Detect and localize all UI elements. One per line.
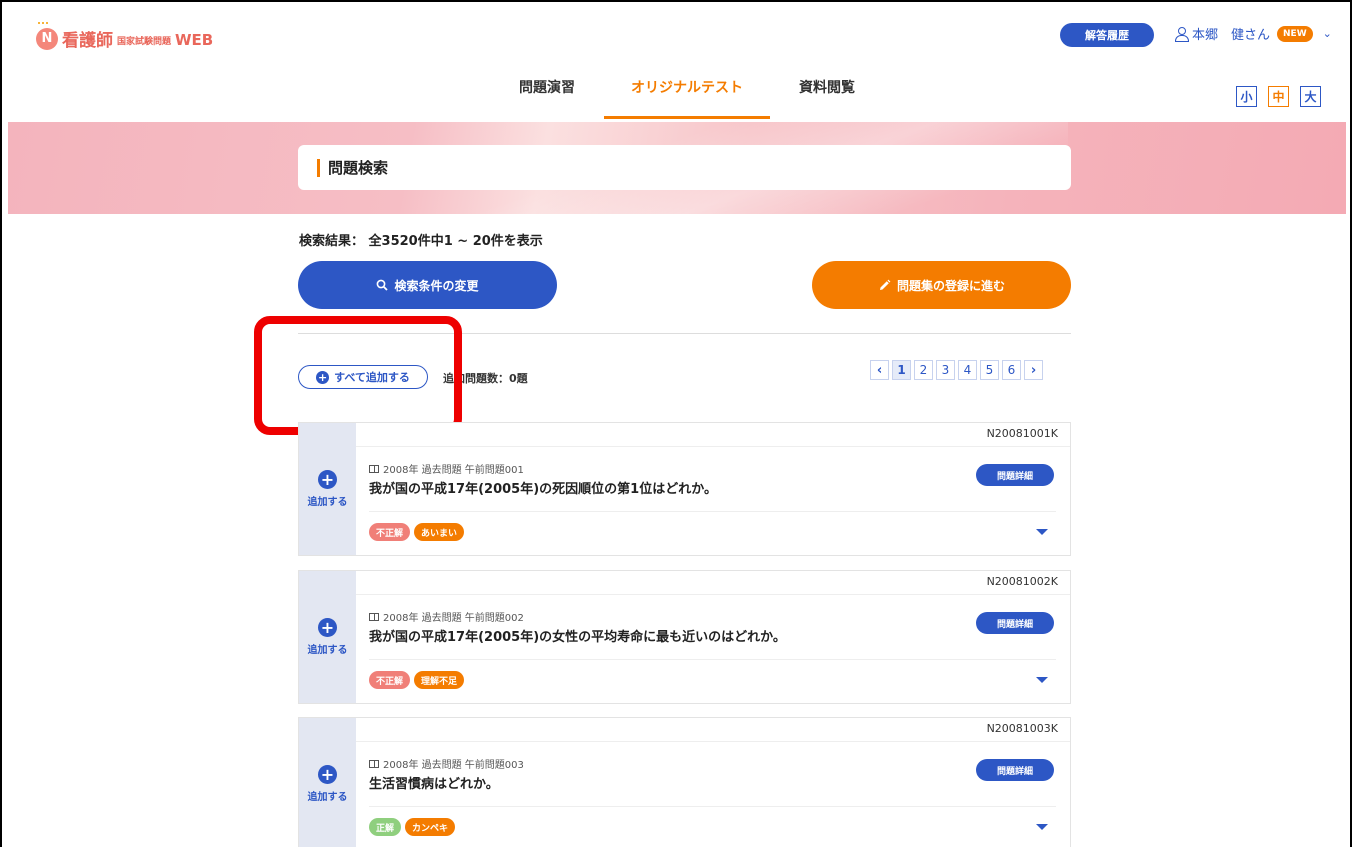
question-text: 我が国の平成17年(2005年)の死因順位の第1位はどれか。 (369, 482, 717, 497)
question-meta: 2008年 過去問題 午前問題001 (369, 461, 524, 476)
question-meta-text: 2008年 過去問題 午前問題003 (383, 760, 524, 771)
status-tag: 正解 (369, 818, 402, 836)
add-question-button[interactable]: + 追加する (299, 718, 356, 847)
book-icon (369, 464, 379, 473)
font-size-medium-button[interactable]: 中 (1268, 86, 1289, 107)
page-title: 問題検索 (298, 145, 1071, 190)
plus-circle-icon: + (318, 765, 337, 784)
expand-caret-icon[interactable] (1036, 677, 1048, 683)
card-divider (356, 741, 1070, 742)
pencil-icon (879, 279, 891, 290)
page-1-button[interactable]: 1 (892, 360, 911, 380)
plus-circle-icon: + (318, 618, 337, 637)
add-question-button[interactable]: + 追加する (299, 423, 356, 555)
status-tag: 不正解 (369, 523, 411, 541)
page-2-button[interactable]: 2 (914, 360, 933, 380)
search-result-summary: 検索結果： 全3520件中1 ~ 20件を表示 (299, 234, 543, 249)
logo-mark-icon: N (36, 21, 58, 50)
change-search-conditions-button[interactable]: 検索条件の変更 (298, 261, 557, 309)
expand-caret-icon[interactable] (1036, 824, 1048, 830)
font-size-large-button[interactable]: 大 (1300, 86, 1321, 107)
confidence-tag: 理解不足 (414, 671, 465, 689)
question-text: 生活習慣病はどれか。 (369, 777, 499, 792)
card-divider (369, 806, 1056, 807)
user-name: 本郷 健さん (1192, 28, 1271, 43)
question-id: N20081003K (986, 722, 1058, 735)
user-icon (1175, 27, 1189, 42)
card-divider (356, 446, 1070, 447)
logo-web-text: WEB (175, 30, 214, 49)
page-5-button[interactable]: 5 (980, 360, 999, 380)
logo[interactable]: N 看護師 国家試験問題 WEB (36, 21, 214, 51)
font-size-small-button[interactable]: 小 (1236, 86, 1257, 107)
status-tag: 不正解 (369, 671, 411, 689)
font-size-switcher: 小 中 大 (1236, 86, 1321, 107)
tab-original-test[interactable]: オリジナルテスト (604, 66, 770, 119)
answer-history-button[interactable]: 解答履歴 (1060, 23, 1154, 47)
add-label: 追加する (307, 497, 348, 508)
proceed-to-register-button[interactable]: 問題集の登録に進む (812, 261, 1071, 309)
header: N 看護師 国家試験問題 WEB 解答履歴 本郷 健さん NEW ⌄ 問題演習 … (0, 0, 1352, 120)
question-detail-button[interactable]: 問題詳細 (976, 464, 1054, 486)
question-meta-text: 2008年 過去問題 午前問題001 (383, 465, 524, 476)
tab-materials[interactable]: 資料閲覧 (770, 66, 884, 119)
page-4-button[interactable]: 4 (958, 360, 977, 380)
confidence-tag: あいまい (414, 523, 465, 541)
confidence-tag: カンペキ (405, 818, 456, 836)
card-divider (369, 659, 1056, 660)
question-card: + 追加する N20081002K 2008年 過去問題 午前問題002 我が国… (298, 570, 1071, 704)
change-search-label: 検索条件の変更 (394, 278, 479, 293)
question-meta: 2008年 過去問題 午前問題003 (369, 756, 524, 771)
question-text: 我が国の平成17年(2005年)の女性の平均寿命に最も近いのはどれか。 (369, 630, 786, 645)
question-meta-text: 2008年 過去問題 午前問題002 (383, 613, 524, 624)
card-divider (356, 594, 1070, 595)
expand-caret-icon[interactable] (1036, 529, 1048, 535)
add-question-button[interactable]: + 追加する (299, 571, 356, 703)
logo-main-text: 看護師 (62, 31, 113, 51)
tag-list: 正解 カンペキ (369, 818, 456, 836)
page-3-button[interactable]: 3 (936, 360, 955, 380)
search-icon (377, 279, 389, 291)
question-id: N20081002K (986, 575, 1058, 588)
question-detail-button[interactable]: 問題詳細 (976, 759, 1054, 781)
plus-circle-icon: + (318, 470, 337, 489)
question-meta: 2008年 過去問題 午前問題002 (369, 609, 524, 624)
add-label: 追加する (307, 645, 348, 656)
question-detail-button[interactable]: 問題詳細 (976, 612, 1054, 634)
tab-practice[interactable]: 問題演習 (490, 66, 604, 119)
question-id: N20081001K (986, 427, 1058, 440)
pagination: ‹ 1 2 3 4 5 6 › (870, 360, 1043, 380)
highlight-annotation-box (254, 316, 462, 435)
page-6-button[interactable]: 6 (1002, 360, 1021, 380)
prev-page-button[interactable]: ‹ (870, 360, 889, 380)
question-card: + 追加する N20081003K 2008年 過去問題 午前問題003 生活習… (298, 717, 1071, 847)
book-icon (369, 612, 379, 621)
next-page-button[interactable]: › (1024, 360, 1043, 380)
register-label: 問題集の登録に進む (896, 278, 1005, 293)
tag-list: 不正解 理解不足 (369, 671, 465, 689)
new-badge: NEW (1277, 25, 1313, 42)
book-icon (369, 759, 379, 768)
logo-sub-text: 国家試験問題 (117, 37, 172, 47)
add-label: 追加する (307, 792, 348, 803)
question-card: + 追加する N20081001K 2008年 過去問題 午前問題001 我が国… (298, 422, 1071, 556)
card-divider (369, 511, 1056, 512)
title-accent-bar (317, 158, 320, 177)
tag-list: 不正解 あいまい (369, 523, 465, 541)
main-nav: 問題演習 オリジナルテスト 資料閲覧 (490, 66, 884, 119)
chevron-down-icon[interactable]: ⌄ (1323, 27, 1332, 40)
user-menu[interactable]: 本郷 健さん NEW ⌄ (1175, 24, 1332, 43)
page-title-text: 問題検索 (328, 159, 389, 177)
